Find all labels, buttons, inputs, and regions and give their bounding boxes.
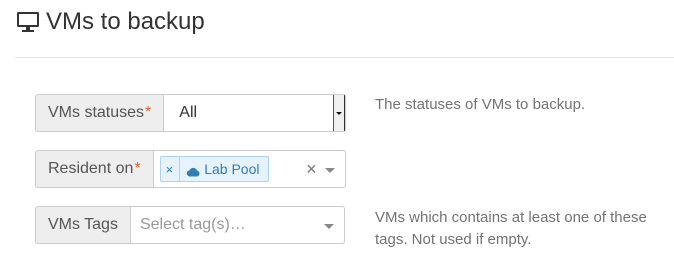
- tags-select[interactable]: Select tag(s)…: [129, 206, 345, 244]
- monitor-icon: [16, 11, 40, 33]
- resident-on-label: Resident on *: [35, 150, 153, 188]
- required-marker: *: [145, 104, 152, 121]
- section-title: VMs to backup: [46, 8, 205, 35]
- resident-on-label-text: Resident on: [48, 160, 134, 177]
- tag-remove-button[interactable]: ×: [161, 157, 181, 181]
- tags-help-line-2: tags. Not used if empty.: [375, 231, 532, 248]
- section-divider: [15, 57, 674, 58]
- required-marker: *: [134, 160, 141, 177]
- cloud-icon: [186, 164, 200, 177]
- section-header: VMs to backup: [16, 6, 205, 38]
- tags-help-line-1: VMs which contains at least one of these: [375, 209, 647, 226]
- tags-label: VMs Tags: [35, 206, 130, 244]
- tags-select-placeholder: Select tag(s)…: [139, 216, 246, 233]
- clear-selection-button[interactable]: ×: [306, 160, 317, 178]
- statuses-label-text: VMs statuses: [48, 104, 145, 121]
- tags-field-row: VMs Tags Select tag(s)…: [35, 206, 345, 244]
- tags-help-text: VMs which contains at least one of these…: [375, 207, 647, 251]
- chevron-down-icon[interactable]: [324, 168, 335, 173]
- chevron-down-icon[interactable]: [323, 224, 334, 229]
- statuses-help-text: The statuses of VMs to backup.: [375, 96, 586, 113]
- selected-pool-tag: × Lab Pool: [159, 156, 269, 182]
- resident-on-field-row: Resident on * × Lab Pool ×: [35, 150, 346, 188]
- tags-label-text: VMs Tags: [48, 216, 118, 233]
- tag-label: Lab Pool: [204, 161, 260, 177]
- statuses-select-value: All: [179, 104, 198, 121]
- statuses-field-row: VMs statuses * All: [35, 94, 347, 132]
- chevron-down-icon[interactable]: [333, 95, 346, 131]
- statuses-label: VMs statuses *: [35, 94, 164, 132]
- resident-on-select[interactable]: × Lab Pool ×: [152, 150, 346, 188]
- statuses-select[interactable]: All: [163, 94, 347, 132]
